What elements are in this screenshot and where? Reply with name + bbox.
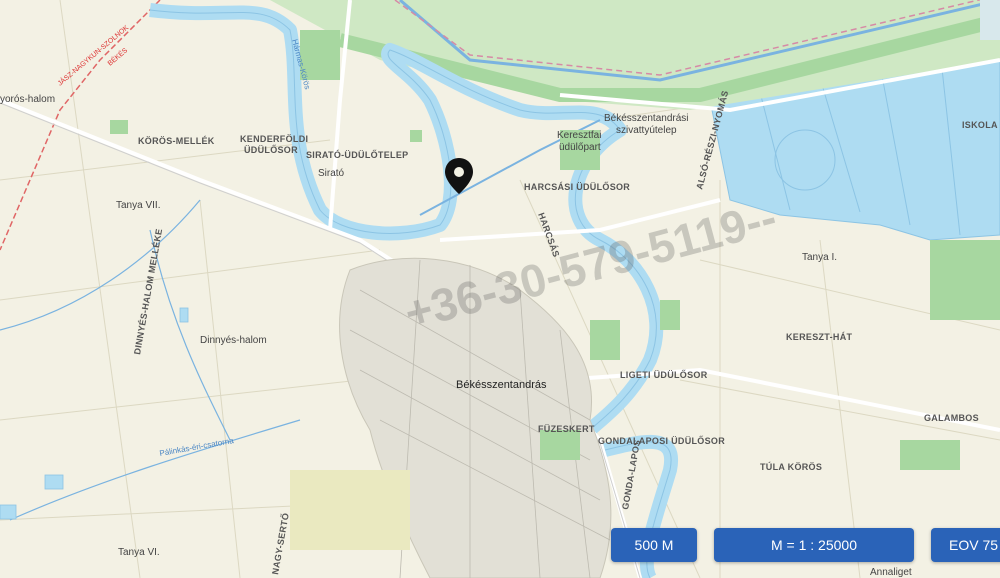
label-harcsasi: HARCSÁSI ÜDÜLŐSOR	[524, 181, 630, 192]
label-annaliget: Annaliget	[870, 567, 912, 578]
yellow-field	[290, 470, 410, 550]
label-kereszt-hat: KERESZT-HÁT	[786, 332, 853, 342]
label-tanya-vii: Tanya VII.	[116, 200, 160, 211]
label-ligeti: LIGETI ÜDÜLŐSOR	[620, 369, 708, 380]
label-koros-mellek: KÖRÖS-MELLÉK	[138, 136, 215, 146]
scale-bar-button[interactable]: 500 M	[611, 528, 697, 562]
label-tanya-vi: Tanya VI.	[118, 547, 160, 558]
label-dinnyes-halom: Dinnyés-halom	[200, 335, 267, 346]
scale-ratio-button[interactable]: M = 1 : 25000	[714, 528, 914, 562]
label-tanya-i: Tanya I.	[802, 252, 837, 263]
label-udulopart: üdülőpart	[559, 142, 601, 153]
label-galambos: GALAMBOS	[924, 413, 979, 423]
label-sirato-udulotelep: SIRATÓ-ÜDÜLŐTELEP	[306, 149, 408, 160]
label-bekesszentandrasi: Békésszentandrási	[604, 113, 689, 124]
label-bekesszentandras: Békésszentandrás	[456, 379, 547, 391]
label-iskola: ISKOLA	[962, 120, 998, 130]
label-udulosor: ÜDÜLŐSOR	[244, 144, 298, 155]
projection-button[interactable]: EOV 75	[931, 528, 1000, 562]
label-kenderfoldi: KENDERFÖLDI	[240, 134, 308, 144]
label-fuzeskert: FÜZESKERT	[538, 424, 595, 434]
label-tula-koros: TÚLA KÖRÖS	[760, 461, 822, 472]
corner-parcel	[980, 0, 1000, 40]
label-gondalaposi: GONDALAPOSI ÜDÜLŐSOR	[598, 435, 725, 446]
label-keresztfai: Keresztfai	[557, 130, 601, 141]
label-szivattyutelep: szivattyútelep	[616, 125, 677, 136]
label-sirato: Sirató	[318, 168, 345, 179]
map-canvas[interactable]: KÖRÖS-MELLÉK KENDERFÖLDI ÜDÜLŐSOR SIRATÓ…	[0, 0, 1000, 578]
label-gyoros-halom: yorós-halom	[0, 94, 55, 105]
